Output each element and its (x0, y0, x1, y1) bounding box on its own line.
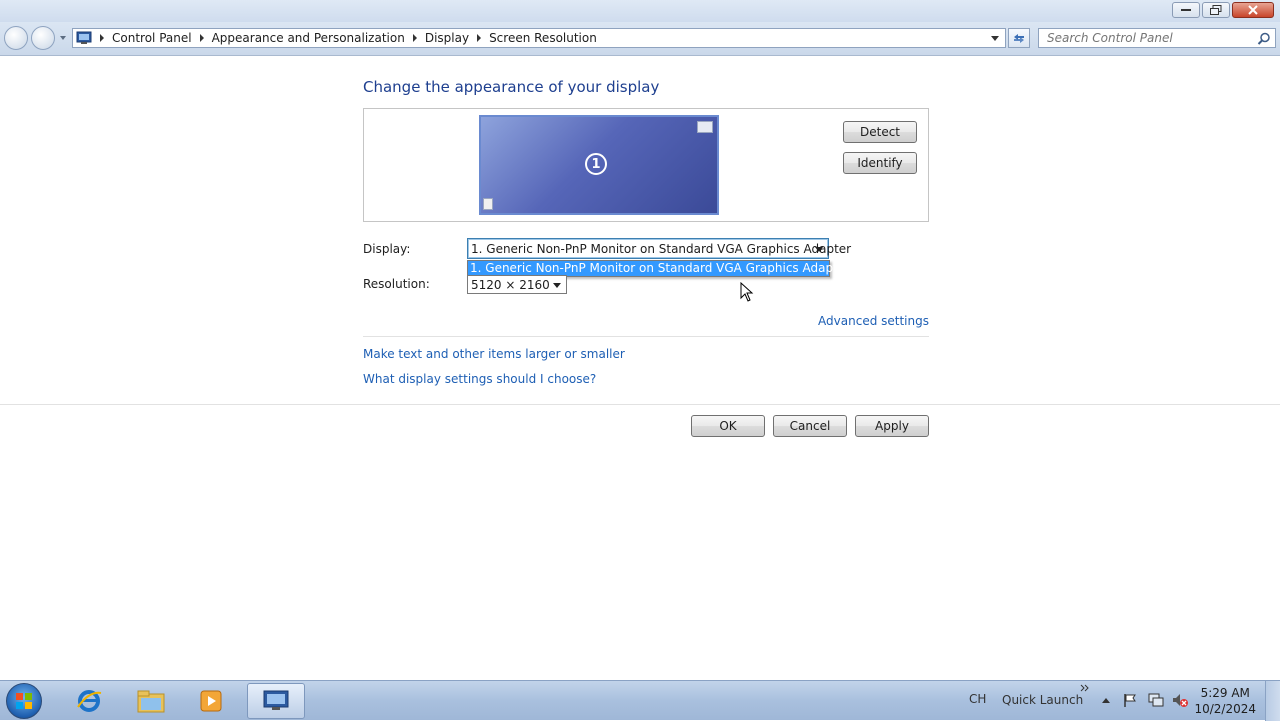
display-preview-panel: 1 Detect Identify (363, 108, 929, 222)
restore-button[interactable] (1202, 2, 1230, 18)
system-clock[interactable]: 5:29 AM 10/2/2024 (1194, 685, 1256, 717)
search-icon[interactable] (1257, 32, 1271, 46)
refresh-icon (1014, 34, 1024, 43)
minimize-icon (1181, 9, 1191, 11)
monitor-number-badge: 1 (585, 153, 607, 175)
minimize-button[interactable] (1172, 2, 1200, 18)
show-hidden-icons-icon[interactable] (1102, 697, 1110, 703)
breadcrumb: Control Panel Appearance and Personaliza… (92, 31, 597, 45)
internet-explorer-icon (77, 690, 102, 712)
double-chevron-icon[interactable] (1080, 684, 1090, 692)
volume-muted-icon[interactable] (1171, 692, 1189, 708)
text-size-link[interactable]: Make text and other items larger or smal… (363, 347, 625, 361)
resolution-select-value: 5120 × 2160 (471, 277, 550, 292)
display-help-link[interactable]: What display settings should I choose? (363, 372, 596, 386)
monitor-preview[interactable]: 1 (479, 115, 719, 215)
breadcrumb-display[interactable]: Display (425, 31, 469, 45)
windows-explorer-icon (137, 690, 165, 713)
close-button[interactable] (1232, 2, 1274, 18)
display-select-value: 1. Generic Non-PnP Monitor on Standard V… (471, 241, 852, 256)
monitor-taskbar-icon (483, 198, 493, 210)
window-title-bar (0, 0, 1280, 22)
network-icon[interactable] (1147, 692, 1165, 708)
breadcrumb-screen-resolution[interactable]: Screen Resolution (489, 31, 597, 45)
address-dropdown-icon[interactable] (991, 36, 999, 41)
chevron-down-icon (553, 283, 561, 288)
taskbar-media-player[interactable] (184, 683, 238, 719)
navigation-bar: Control Panel Appearance and Personaliza… (0, 22, 1280, 56)
breadcrumb-appearance[interactable]: Appearance and Personalization (212, 31, 405, 45)
clock-date: 10/2/2024 (1194, 702, 1256, 716)
close-icon (1248, 5, 1258, 15)
apply-button[interactable]: Apply (855, 415, 929, 437)
window-controls (1172, 2, 1274, 18)
detect-button[interactable]: Detect (843, 121, 917, 143)
language-indicator[interactable]: CH (969, 692, 986, 706)
taskbar-internet-explorer[interactable] (62, 683, 116, 719)
advanced-settings-link[interactable]: Advanced settings (818, 314, 929, 328)
breadcrumb-separator[interactable] (477, 34, 482, 42)
monitor-corner-icon (697, 121, 713, 133)
back-button[interactable] (4, 26, 28, 50)
cancel-button[interactable]: Cancel (773, 415, 847, 437)
show-desktop-button[interactable] (1265, 681, 1280, 721)
search-box[interactable] (1038, 28, 1276, 48)
identify-button[interactable]: Identify (843, 152, 917, 174)
taskbar-control-panel[interactable] (247, 683, 305, 719)
control-panel-icon (76, 31, 92, 44)
recent-pages-dropdown[interactable] (60, 36, 66, 40)
clock-time: 5:29 AM (1200, 686, 1250, 700)
control-panel-icon (263, 690, 289, 710)
address-bar[interactable]: Control Panel Appearance and Personaliza… (72, 28, 1006, 48)
quick-launch-toolbar[interactable]: Quick Launch (1002, 693, 1083, 707)
breadcrumb-separator[interactable] (100, 34, 104, 42)
display-option[interactable]: 1. Generic Non-PnP Monitor on Standard V… (468, 261, 850, 276)
refresh-button[interactable] (1008, 28, 1030, 48)
breadcrumb-control-panel[interactable]: Control Panel (112, 31, 192, 45)
resolution-label: Resolution: (363, 277, 430, 291)
display-select[interactable]: 1. Generic Non-PnP Monitor on Standard V… (467, 238, 851, 259)
media-player-icon (200, 690, 222, 712)
breadcrumb-separator[interactable] (199, 34, 204, 42)
chevron-down-icon (815, 247, 823, 252)
ok-button[interactable]: OK (691, 415, 765, 437)
action-center-flag-icon[interactable] (1122, 692, 1138, 708)
taskbar: CH Quick Launch 5:29 AM 10/2/2024 (0, 680, 1280, 721)
windows-logo-icon (16, 693, 32, 709)
page-title: Change the appearance of your display (363, 78, 660, 96)
divider (363, 336, 929, 337)
display-label: Display: (363, 242, 411, 256)
mouse-cursor-icon (740, 282, 754, 302)
footer-divider (0, 404, 1280, 405)
taskbar-windows-explorer[interactable] (124, 683, 178, 719)
search-input[interactable] (1045, 30, 1259, 46)
resolution-select[interactable]: 5120 × 2160 (467, 275, 567, 294)
start-button[interactable] (6, 683, 42, 719)
breadcrumb-separator[interactable] (412, 34, 417, 42)
restore-icon (1210, 5, 1222, 15)
forward-button[interactable] (31, 26, 55, 50)
